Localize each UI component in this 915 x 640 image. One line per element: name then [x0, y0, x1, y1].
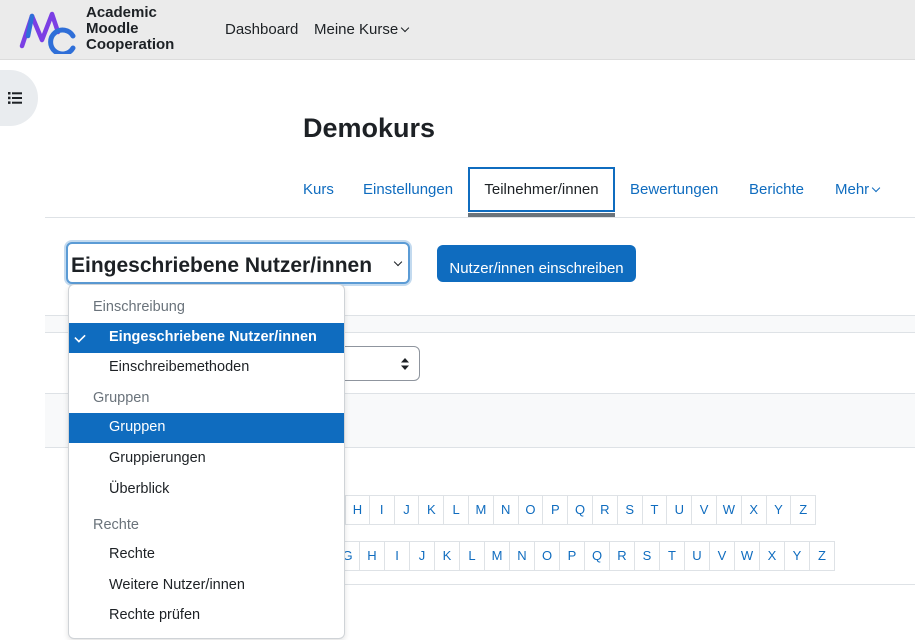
tab-mehr-label: Mehr: [835, 181, 870, 198]
chevron-down-icon: [393, 257, 403, 267]
last-initial-button[interactable]: J: [410, 541, 435, 571]
check-icon: [74, 331, 86, 343]
dropdown-option-groupings[interactable]: Gruppierungen: [69, 444, 344, 474]
list-icon: [8, 92, 22, 104]
participants-view-dropdown: Einschreibung Eingeschriebene Nutzer/inn…: [68, 284, 345, 639]
tab-einstellungen[interactable]: Einstellungen: [363, 181, 453, 198]
brand-logo-icon[interactable]: [18, 6, 78, 54]
participants-view-select-value: Eingeschriebene Nutzer/innen: [71, 254, 373, 277]
chevron-down-icon: [400, 23, 410, 33]
first-initial-button[interactable]: V: [692, 495, 717, 525]
last-initial-button[interactable]: N: [510, 541, 535, 571]
first-initial-button[interactable]: S: [617, 495, 643, 525]
tab-kurs[interactable]: Kurs: [303, 181, 334, 198]
dropdown-option-enrolment-methods[interactable]: Einschreibemethoden: [69, 353, 344, 383]
last-initial-button[interactable]: W: [735, 541, 760, 571]
tab-teilnehmer-active[interactable]: Teilnehmer/innen: [468, 167, 615, 212]
dropdown-option-other-users[interactable]: Weitere Nutzer/innen: [69, 571, 344, 601]
dropdown-option-enrolled-users[interactable]: Eingeschriebene Nutzer/innen: [69, 323, 344, 353]
first-initial-button[interactable]: N: [493, 495, 519, 525]
brand-name[interactable]: Academic Moodle Cooperation: [86, 5, 174, 53]
first-initial-button[interactable]: T: [642, 495, 668, 525]
first-initial-button[interactable]: K: [419, 495, 445, 525]
last-initial-button[interactable]: V: [710, 541, 735, 571]
tab-bewertungen[interactable]: Bewertungen: [630, 181, 718, 198]
first-initial-button[interactable]: J: [394, 495, 420, 525]
brand-line-3: Cooperation: [86, 36, 175, 53]
last-initial-button[interactable]: O: [535, 541, 560, 571]
dropdown-group-groups: Gruppen: [93, 390, 150, 406]
first-initial-button[interactable]: L: [444, 495, 469, 525]
dropdown-option-check-permissions[interactable]: Rechte prüfen: [69, 601, 344, 631]
first-initial-button[interactable]: P: [543, 495, 569, 525]
nav-my-courses-label: Meine Kurse: [314, 21, 399, 38]
course-index-toggle-button[interactable]: [0, 70, 38, 126]
last-initial-button[interactable]: L: [460, 541, 485, 571]
last-initial-button[interactable]: Z: [810, 541, 835, 571]
first-initial-button[interactable]: H: [345, 495, 370, 525]
last-initial-button[interactable]: I: [385, 541, 410, 571]
first-initial-button[interactable]: R: [592, 495, 618, 525]
secondary-nav-divider: [45, 217, 915, 218]
last-initial-button[interactable]: Q: [585, 541, 610, 571]
last-initial-button[interactable]: Y: [785, 541, 810, 571]
last-initial-button[interactable]: M: [485, 541, 510, 571]
last-initial-button[interactable]: K: [435, 541, 460, 571]
last-initial-button[interactable]: X: [760, 541, 785, 571]
first-name-initials-bar: HIJKLMNOPQRSTUVWXYZ: [345, 495, 817, 525]
last-initial-button[interactable]: S: [635, 541, 660, 571]
last-initial-button[interactable]: P: [560, 541, 585, 571]
first-initial-button[interactable]: W: [716, 495, 742, 525]
first-initial-button[interactable]: Y: [766, 495, 792, 525]
chevron-down-icon: [871, 183, 881, 193]
section-divider: [330, 584, 915, 585]
last-name-initials-bar: GHIJKLMNOPQRSTUVWXYZ: [335, 541, 835, 571]
nav-my-courses-menu[interactable]: Meine Kurse: [314, 21, 410, 38]
first-initial-button[interactable]: X: [741, 495, 767, 525]
first-initial-button[interactable]: M: [468, 495, 494, 525]
last-initial-button[interactable]: U: [685, 541, 710, 571]
dropdown-group-enrolment: Einschreibung: [93, 299, 185, 315]
brand-line-2: Moodle: [86, 20, 139, 37]
dropdown-option-label: Eingeschriebene Nutzer/innen: [109, 329, 317, 345]
tab-berichte[interactable]: Berichte: [749, 181, 804, 198]
first-initial-button[interactable]: Q: [568, 495, 593, 525]
tab-mehr-menu[interactable]: Mehr: [835, 181, 881, 198]
dropdown-option-overview[interactable]: Überblick: [69, 475, 344, 505]
dropdown-option-permissions[interactable]: Rechte: [69, 540, 344, 570]
brand-line-1: Academic: [86, 4, 157, 21]
dropdown-option-groups[interactable]: Gruppen: [69, 413, 344, 443]
sort-arrows-icon: [401, 358, 409, 370]
page-title: Demokurs: [303, 113, 436, 143]
enrol-users-button[interactable]: Nutzer/innen einschreiben: [437, 245, 636, 282]
first-initial-button[interactable]: I: [369, 495, 395, 525]
nav-dashboard-link[interactable]: Dashboard: [225, 21, 298, 38]
participants-view-select[interactable]: Eingeschriebene Nutzer/innen: [66, 242, 410, 284]
top-navbar: Academic Moodle Cooperation Dashboard Me…: [0, 0, 915, 60]
last-initial-button[interactable]: T: [660, 541, 685, 571]
last-initial-button[interactable]: H: [360, 541, 385, 571]
last-initial-button[interactable]: R: [610, 541, 635, 571]
first-initial-button[interactable]: U: [667, 495, 693, 525]
dropdown-group-permissions: Rechte: [93, 517, 139, 533]
first-initial-button[interactable]: O: [518, 495, 544, 525]
first-initial-button[interactable]: Z: [791, 495, 817, 525]
